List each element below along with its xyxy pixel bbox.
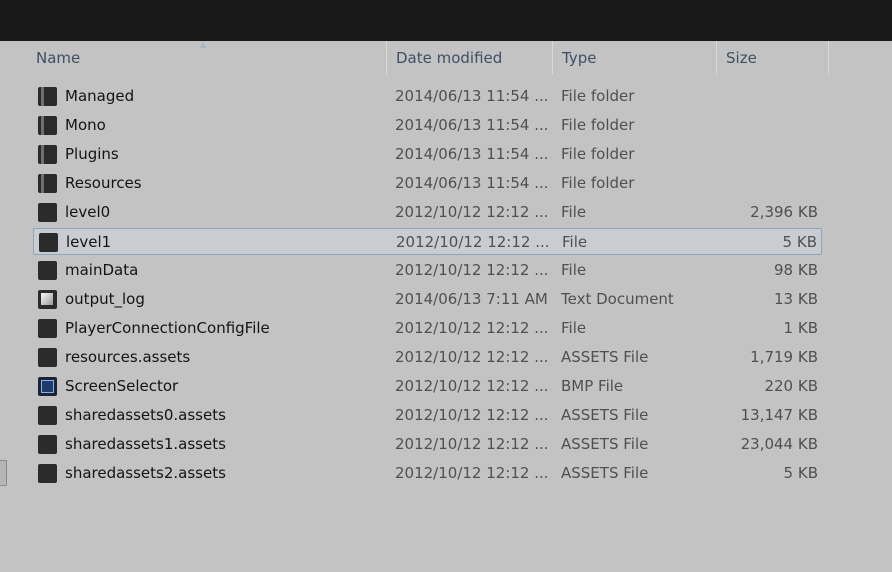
text-document-icon — [38, 290, 57, 309]
file-size: 1,719 KB — [750, 348, 818, 366]
file-date-modified: 2014/06/13 11:54 ... — [395, 116, 549, 134]
file-row[interactable]: output_log 2014/06/13 7:11 AM Text Documen… — [33, 286, 822, 313]
file-row[interactable]: mainData 2012/10/12 12:12 ... File 98 KB — [33, 257, 822, 284]
file-icon — [38, 203, 57, 222]
file-date-modified: 2012/10/12 12:12 ... — [396, 233, 550, 251]
file-date-modified: 2012/10/12 12:12 ... — [395, 319, 549, 337]
file-icon — [38, 435, 57, 454]
file-size: 13 KB — [774, 290, 818, 308]
file-row[interactable]: sharedassets1.assets 2012/10/12 12:12 ...… — [33, 431, 822, 458]
file-icon — [38, 464, 57, 483]
column-header-bar: Name ▲ Date modified Type Size — [0, 41, 892, 75]
file-type: ASSETS File — [561, 406, 649, 424]
folder-icon — [38, 174, 57, 193]
column-header-type[interactable]: Type — [554, 41, 716, 75]
sort-ascending-icon: ▲ — [200, 40, 207, 49]
column-divider[interactable] — [716, 41, 717, 75]
folder-icon — [38, 87, 57, 106]
file-icon — [38, 261, 57, 280]
file-name: PlayerConnectionConfigFile — [65, 319, 270, 337]
file-type: File — [561, 261, 587, 279]
file-type: BMP File — [561, 377, 624, 395]
file-name: resources.assets — [65, 348, 191, 366]
file-size: 2,396 KB — [750, 203, 818, 221]
file-type: ASSETS File — [561, 464, 649, 482]
file-date-modified: 2012/10/12 12:12 ... — [395, 261, 549, 279]
folder-icon — [38, 145, 57, 164]
column-divider[interactable] — [552, 41, 553, 75]
file-date-modified: 2012/10/12 12:12 ... — [395, 464, 549, 482]
file-name: Plugins — [65, 145, 119, 163]
column-header-name[interactable]: Name — [28, 41, 386, 75]
file-name: sharedassets1.assets — [65, 435, 226, 453]
file-name: mainData — [65, 261, 139, 279]
folder-icon — [38, 116, 57, 135]
file-name: Managed — [65, 87, 135, 105]
file-date-modified: 2014/06/13 11:54 ... — [395, 174, 549, 192]
file-row[interactable]: sharedassets0.assets 2012/10/12 12:12 ...… — [33, 402, 822, 429]
file-type: ASSETS File — [561, 435, 649, 453]
column-header-date-label: Date modified — [396, 49, 503, 67]
column-divider[interactable] — [386, 41, 387, 75]
file-type: Text Document — [561, 290, 674, 308]
file-row[interactable]: Plugins 2014/06/13 11:54 ... File folder — [33, 141, 822, 168]
file-icon — [38, 406, 57, 425]
bmp-image-icon — [38, 377, 57, 396]
file-icon — [39, 233, 58, 252]
column-divider[interactable] — [828, 41, 829, 75]
navigation-pane-edge[interactable] — [0, 460, 7, 486]
file-size: 98 KB — [774, 261, 818, 279]
file-row[interactable]: Managed 2014/06/13 11:54 ... File folder — [33, 83, 822, 110]
file-row[interactable]: Mono 2014/06/13 11:54 ... File folder — [33, 112, 822, 139]
file-name: sharedassets0.assets — [65, 406, 226, 424]
file-name: ScreenSelector — [65, 377, 179, 395]
file-row[interactable]: level1 2012/10/12 12:12 ... File 5 KB — [33, 228, 822, 255]
file-type: ASSETS File — [561, 348, 649, 366]
column-header-date-modified[interactable]: Date modified — [388, 41, 552, 75]
file-size: 13,147 KB — [740, 406, 818, 424]
column-header-size-label: Size — [726, 49, 757, 67]
file-row[interactable]: ScreenSelector 2012/10/12 12:12 ... BMP Fi… — [33, 373, 822, 400]
file-type: File folder — [561, 145, 635, 163]
file-row[interactable]: Resources 2014/06/13 11:54 ... File folder — [33, 170, 822, 197]
file-row[interactable]: level0 2012/10/12 12:12 ... File 2,396 KB — [33, 199, 822, 226]
file-date-modified: 2014/06/13 11:54 ... — [395, 145, 549, 163]
column-header-type-label: Type — [562, 49, 597, 67]
file-size: 5 KB — [782, 233, 817, 251]
window-top-bar — [0, 0, 892, 41]
file-size: 220 KB — [764, 377, 818, 395]
column-header-name-label: Name — [36, 49, 81, 67]
file-date-modified: 2012/10/12 12:12 ... — [395, 406, 549, 424]
file-name: Mono — [65, 116, 106, 134]
file-type: File — [561, 203, 587, 221]
file-date-modified: 2012/10/12 12:12 ... — [395, 203, 549, 221]
file-name: level0 — [65, 203, 111, 221]
file-date-modified: 2014/06/13 7:11 AM — [395, 290, 548, 308]
file-date-modified: 2012/10/12 12:12 ... — [395, 348, 549, 366]
file-size: 1 KB — [783, 319, 818, 337]
file-name: sharedassets2.assets — [65, 464, 226, 482]
file-type: File — [562, 233, 588, 251]
file-size: 23,044 KB — [740, 435, 818, 453]
file-row[interactable]: PlayerConnectionConfigFile 2012/10/12 12:… — [33, 315, 822, 342]
file-date-modified: 2014/06/13 11:54 ... — [395, 87, 549, 105]
file-size: 5 KB — [783, 464, 818, 482]
file-date-modified: 2012/10/12 12:12 ... — [395, 435, 549, 453]
file-name: output_log — [65, 290, 145, 308]
file-icon — [38, 348, 57, 367]
file-name: level1 — [66, 233, 112, 251]
file-type: File — [561, 319, 587, 337]
file-type: File folder — [561, 116, 635, 134]
file-icon — [38, 319, 57, 338]
column-header-size[interactable]: Size — [718, 41, 828, 75]
file-date-modified: 2012/10/12 12:12 ... — [395, 377, 549, 395]
file-row[interactable]: sharedassets2.assets 2012/10/12 12:12 ...… — [33, 460, 822, 487]
file-type: File folder — [561, 174, 635, 192]
file-row[interactable]: resources.assets 2012/10/12 12:12 ... ASSE… — [33, 344, 822, 371]
file-name: Resources — [65, 174, 142, 192]
file-type: File folder — [561, 87, 635, 105]
